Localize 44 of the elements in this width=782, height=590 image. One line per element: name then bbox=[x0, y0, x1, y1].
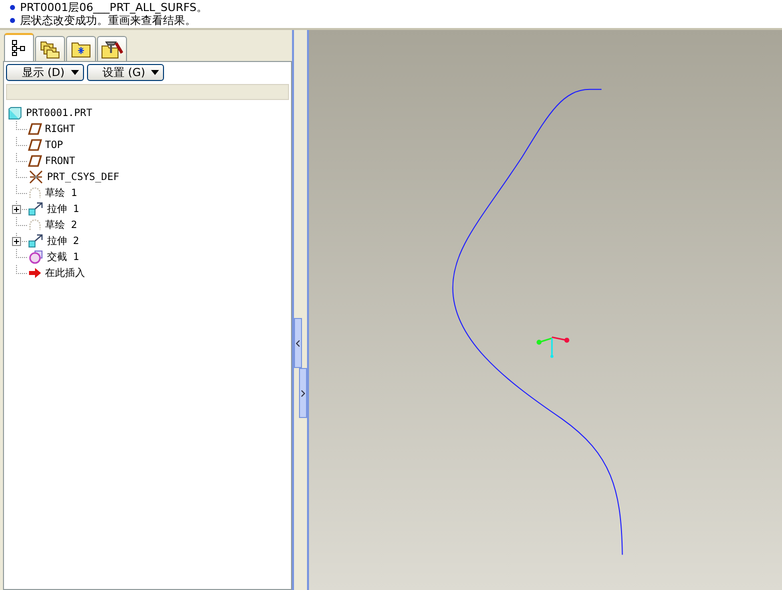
caret-icon bbox=[70, 70, 79, 75]
tree-item[interactable]: 草绘 2 bbox=[18, 218, 78, 232]
sketch-icon bbox=[28, 219, 42, 231]
tree-item[interactable]: PRT0001.PRT bbox=[8, 105, 287, 121]
datum-plane-icon bbox=[28, 155, 42, 167]
folder-icon bbox=[71, 40, 91, 58]
tree-item[interactable]: 在此插入 bbox=[18, 266, 85, 280]
extrude-icon bbox=[28, 234, 44, 248]
part-icon bbox=[8, 106, 22, 120]
coordinate-triad-icon bbox=[536, 336, 570, 358]
tree-item[interactable]: RIGHT bbox=[18, 123, 76, 135]
datum-plane-icon bbox=[28, 123, 42, 135]
bullet-icon bbox=[10, 5, 15, 10]
tree-item[interactable]: TOP bbox=[18, 139, 64, 151]
chevron-left-icon bbox=[296, 340, 300, 346]
tree-item[interactable]: 拉伸 1 bbox=[18, 202, 80, 216]
tree-item[interactable]: 交截 1 bbox=[18, 250, 80, 264]
sketch-icon bbox=[28, 187, 42, 199]
tree-item[interactable]: 拉伸 2 bbox=[18, 234, 80, 248]
expand-handle[interactable] bbox=[299, 368, 307, 418]
coordinate-system-icon bbox=[28, 170, 44, 184]
caret-icon bbox=[151, 70, 160, 75]
panel-tab[interactable] bbox=[4, 33, 34, 61]
folders-icon bbox=[40, 39, 60, 59]
dropdown-button[interactable]: 设置 (G) bbox=[86, 64, 164, 81]
folder-tools-icon bbox=[101, 39, 123, 59]
panel-tab[interactable] bbox=[97, 36, 127, 61]
tree-item[interactable]: PRT_CSYS_DEF bbox=[18, 170, 120, 184]
datum-plane-icon bbox=[28, 139, 42, 151]
tree-item[interactable]: 草绘 1 bbox=[18, 186, 78, 200]
message-text: 层状态改变成功。重画来查看结果。 bbox=[20, 14, 196, 27]
chevron-right-icon bbox=[301, 390, 305, 396]
panel-tab[interactable] bbox=[66, 36, 96, 61]
extrude-icon bbox=[28, 202, 44, 216]
dropdown-button[interactable]: 显示 (D) bbox=[6, 64, 84, 81]
bullet-icon bbox=[10, 18, 15, 23]
intersect-icon bbox=[28, 250, 44, 264]
collapse-handle[interactable] bbox=[294, 318, 302, 368]
tree-item[interactable]: FRONT bbox=[18, 155, 76, 167]
expand-toggle[interactable] bbox=[12, 205, 21, 214]
arrow-icon bbox=[28, 267, 42, 279]
expand-toggle[interactable] bbox=[12, 237, 21, 246]
message-text: PRT0001层06___PRT_ALL_SURFS。 bbox=[20, 1, 208, 14]
tree-icon bbox=[11, 39, 27, 57]
